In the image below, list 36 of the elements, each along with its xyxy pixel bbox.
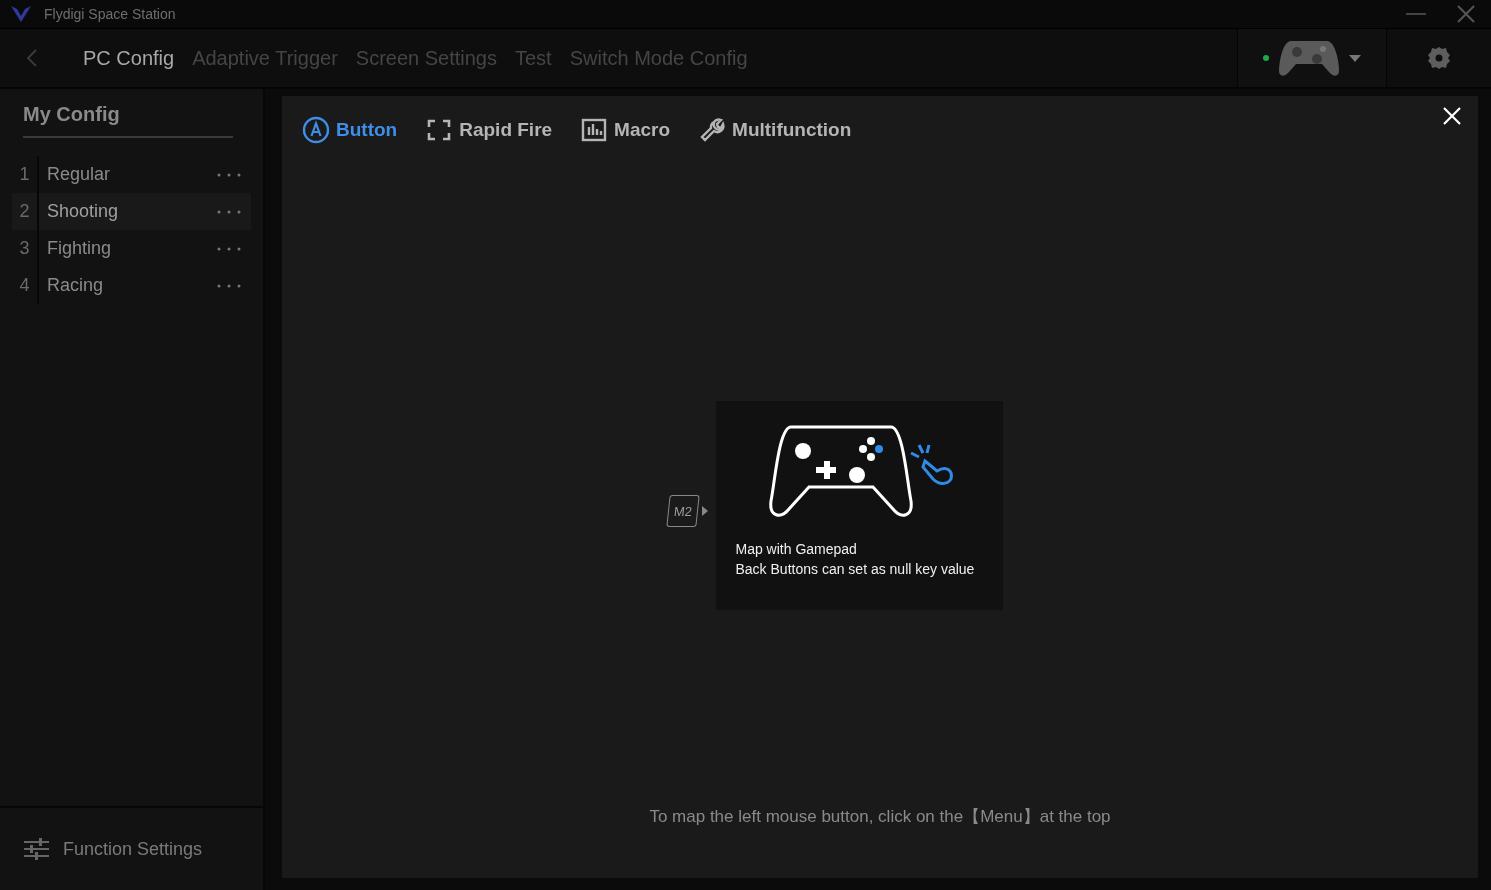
function-tab[interactable]: Button [302, 114, 398, 146]
triangle-icon [701, 505, 708, 516]
wrench-icon [698, 116, 727, 144]
settings-icon[interactable] [1427, 46, 1451, 70]
item-number: 3 [12, 230, 39, 267]
sliders-icon [24, 838, 49, 860]
function-tab[interactable]: Rapid Fire [425, 114, 553, 146]
item-number: 4 [12, 267, 39, 304]
function-tab[interactable]: Multifunction [698, 114, 852, 146]
key-badge: M2 [665, 494, 700, 527]
function-tab[interactable]: Macro [580, 114, 671, 146]
config-name: Regular [46, 164, 112, 185]
window-title: Flydigi Space Station [44, 6, 176, 22]
item-number: 2 [12, 193, 39, 230]
caret-icon [1349, 54, 1361, 62]
a-circle-icon [302, 116, 330, 144]
mapping-card[interactable]: Map with Gamepad Back Buttons can set as null key value [715, 401, 1003, 610]
config-item[interactable]: 4 Racing [12, 267, 251, 304]
config-name: Racing [46, 275, 105, 296]
more-icon[interactable] [217, 246, 241, 251]
config-name: Fighting [46, 238, 113, 259]
card-title: Map with Gamepad [735, 540, 858, 559]
device-selector[interactable] [1237, 29, 1387, 87]
config-name: Shooting [46, 201, 120, 222]
sidebar-title: My Config [23, 103, 233, 138]
card-subtitle: Back Buttons can set as null key value [735, 560, 975, 579]
more-icon[interactable] [217, 283, 241, 288]
config-item[interactable]: 3 Fighting [12, 230, 251, 267]
more-icon[interactable] [217, 209, 241, 214]
hint-text: To map the left mouse button, click on the【Menu】at the top [649, 807, 1111, 826]
bar-chart-icon [580, 116, 609, 144]
logo-icon [10, 5, 32, 23]
config-item[interactable]: 2 Shooting [12, 193, 251, 230]
nav-tab[interactable]: PC Config [74, 46, 184, 70]
function-settings-link[interactable]: Function Settings [63, 838, 203, 860]
more-icon[interactable] [217, 172, 241, 177]
